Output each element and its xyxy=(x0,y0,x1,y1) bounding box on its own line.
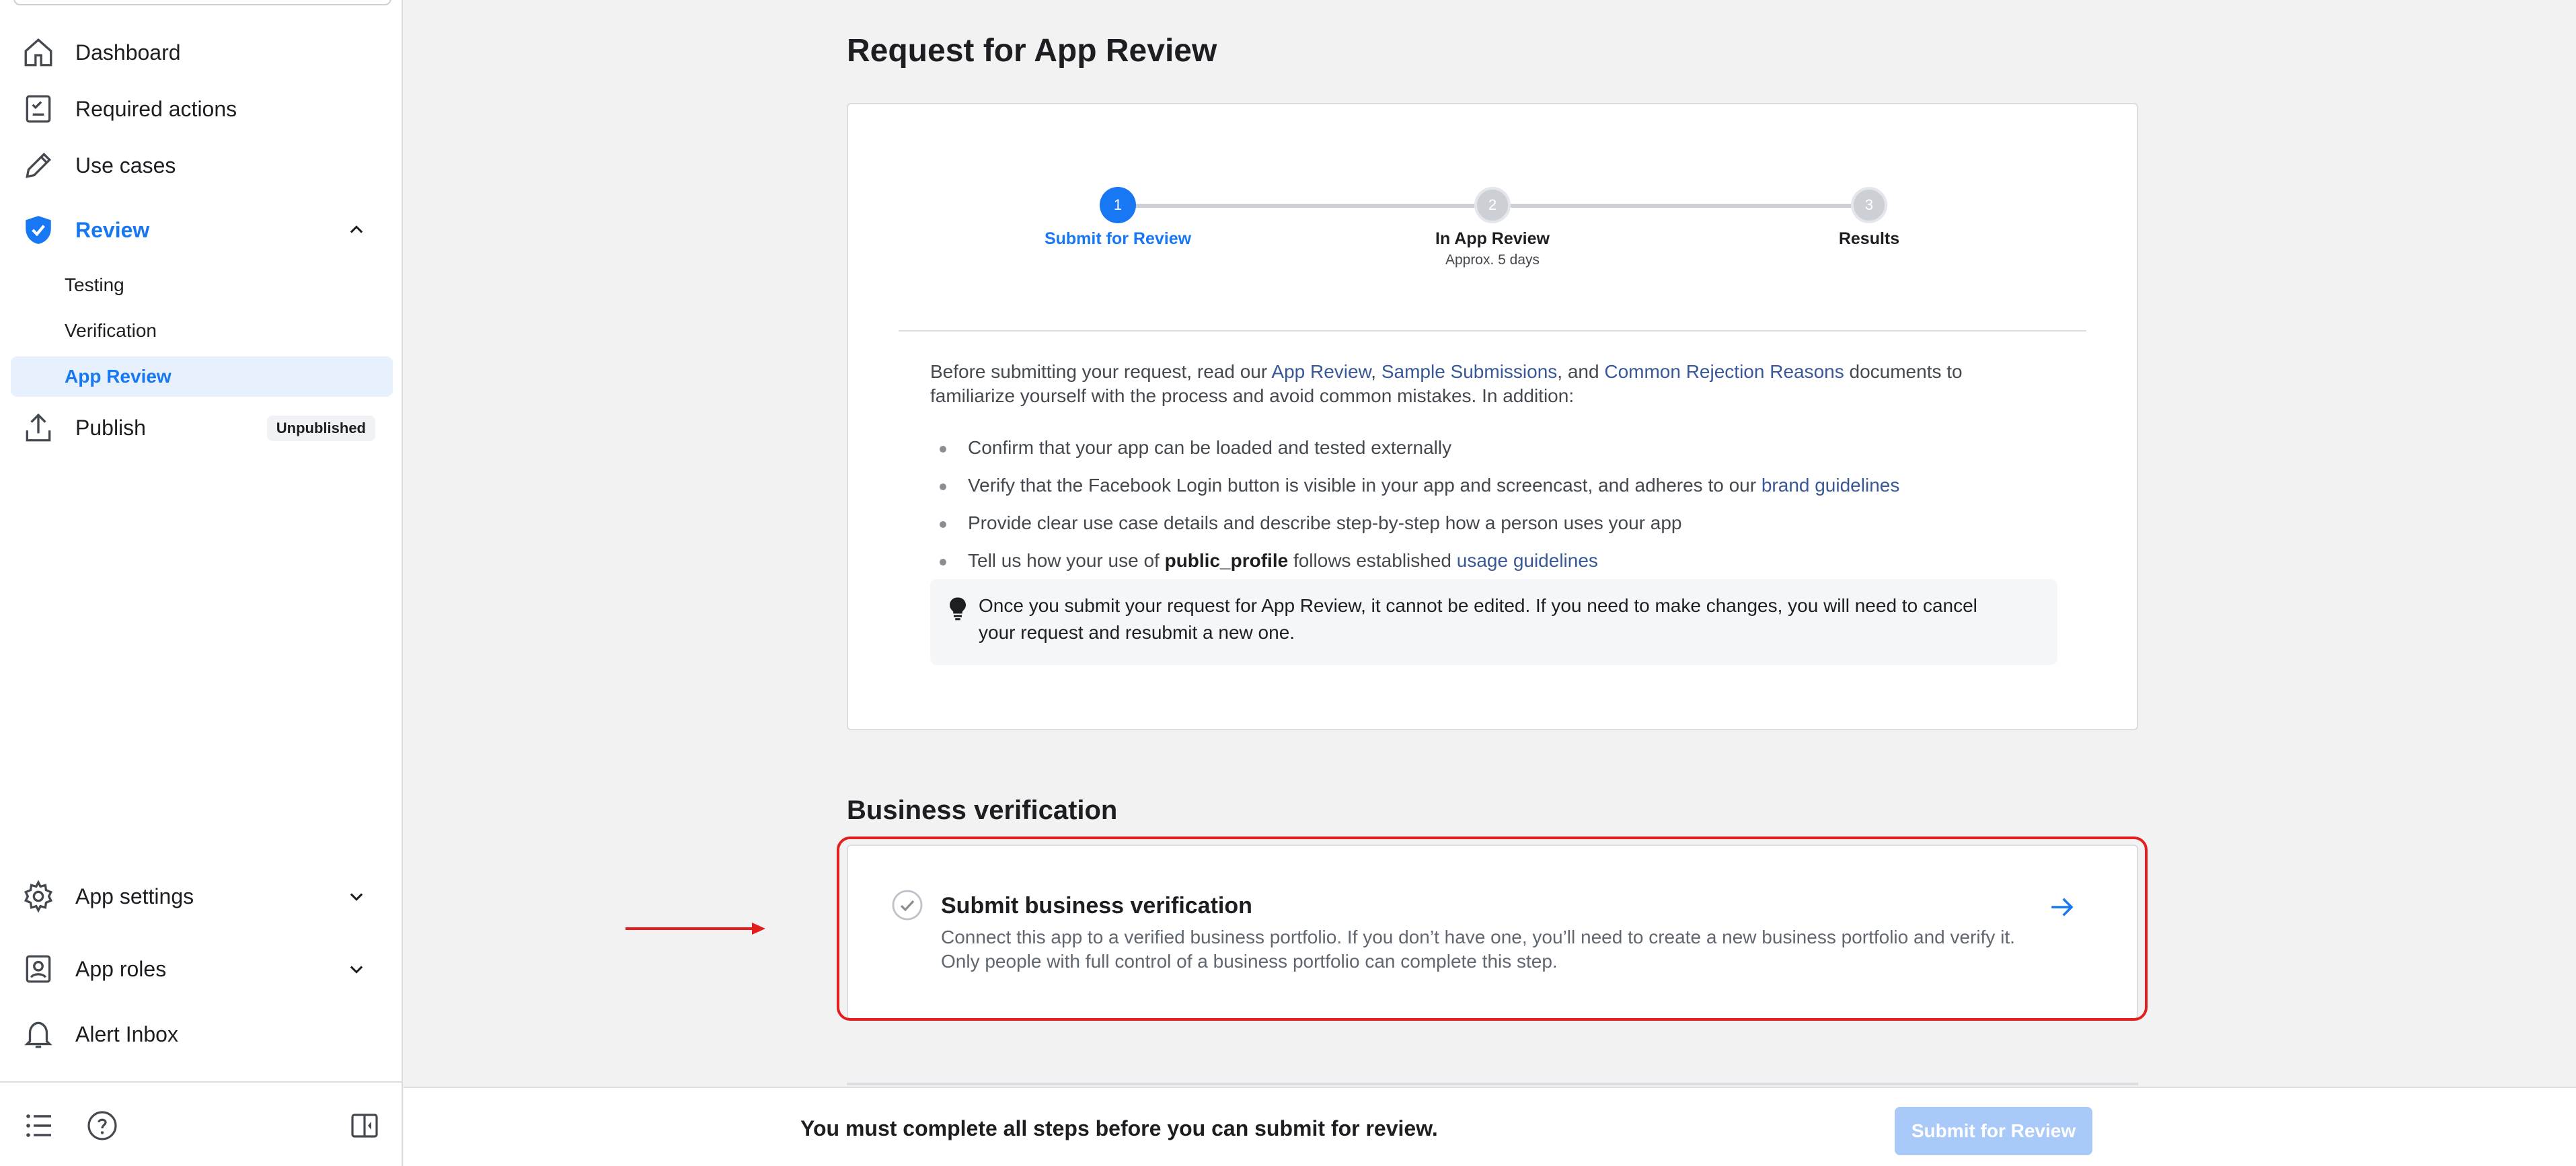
sidebar-item-required-actions[interactable]: Required actions xyxy=(11,85,393,133)
sidebar-search-box[interactable] xyxy=(13,0,391,5)
sidebar-item-review[interactable]: Review xyxy=(11,206,393,254)
app-review-link[interactable]: App Review xyxy=(1271,361,1371,382)
step-3-marker: 3 xyxy=(1851,187,1887,223)
notice-text: Once you submit your request for App Rev… xyxy=(979,595,1977,643)
checklist-icon xyxy=(22,92,55,126)
footer-message: You must complete all steps before you c… xyxy=(800,1116,1438,1140)
permission-name: public_profile xyxy=(1164,550,1289,571)
person-badge-icon xyxy=(22,952,55,986)
step-2-marker: 2 xyxy=(1474,187,1511,223)
sidebar-item-label: Required actions xyxy=(75,96,237,121)
annotation-arrow-icon xyxy=(626,923,765,935)
step-1-marker: 1 xyxy=(1100,187,1136,223)
step-connector xyxy=(1118,204,1492,208)
step-3-label: Results xyxy=(1838,229,1900,248)
gear-icon xyxy=(22,880,55,913)
list-icon[interactable] xyxy=(23,1110,55,1142)
sidebar-item-dashboard[interactable]: Dashboard xyxy=(11,28,393,77)
step-2-label: In App Review xyxy=(1435,229,1550,248)
common-rejection-reasons-link[interactable]: Common Rejection Reasons xyxy=(1604,361,1844,382)
list-item: Confirm that your app can be loaded and … xyxy=(930,429,2040,467)
next-card-edge xyxy=(847,1083,2138,1085)
step-1-label: Submit for Review xyxy=(1044,229,1192,248)
list-item: Tell us how your use of public_profile f… xyxy=(930,542,2040,580)
intro-text-part: , xyxy=(1371,361,1381,382)
chevron-up-icon[interactable] xyxy=(347,221,366,239)
highlight-outline xyxy=(837,837,2148,1021)
sidebar-item-label: App settings xyxy=(75,884,194,908)
sidebar-item-label: Review xyxy=(75,217,150,242)
sidebar-subitem-app-review[interactable]: App Review xyxy=(11,356,393,397)
intro-text-part: , and xyxy=(1557,361,1605,382)
usage-guidelines-link[interactable]: usage guidelines xyxy=(1457,550,1598,571)
shield-check-icon xyxy=(22,213,55,247)
brand-guidelines-link[interactable]: brand guidelines xyxy=(1761,475,1900,496)
sidebar-subitem-verification[interactable]: Verification xyxy=(11,311,393,351)
sidebar-item-app-settings[interactable]: App settings xyxy=(11,872,393,921)
bottom-action-bar: You must complete all steps before you c… xyxy=(404,1087,2576,1166)
sidebar-item-label: App roles xyxy=(75,956,167,981)
sidebar-subitem-label: Verification xyxy=(65,320,157,341)
step-connector xyxy=(1492,204,1869,208)
sidebar-item-alert-inbox[interactable]: Alert Inbox xyxy=(11,1010,393,1058)
submit-for-review-button[interactable]: Submit for Review xyxy=(1895,1107,2092,1155)
sidebar-subitem-testing[interactable]: Testing xyxy=(11,265,393,305)
pencil-icon xyxy=(22,149,55,182)
chevron-down-icon[interactable] xyxy=(347,887,366,906)
lightbulb-icon xyxy=(950,597,966,621)
sidebar-item-label: Use cases xyxy=(75,153,176,178)
requirements-list: Confirm that your app can be loaded and … xyxy=(930,429,2040,580)
list-item-text: Tell us how your use of xyxy=(968,550,1165,571)
list-item-text: Verify that the Facebook Login button is… xyxy=(968,475,1761,496)
list-item-text: Confirm that your app can be loaded and … xyxy=(968,437,1452,458)
intro-text: Before submitting your request, read our… xyxy=(930,360,2026,408)
intro-text-part: Before submitting your request, read our xyxy=(930,361,1272,382)
section-title: Business verification xyxy=(847,795,1118,825)
list-item: Provide clear use case details and descr… xyxy=(930,504,2040,542)
collapse-sidebar-icon[interactable] xyxy=(348,1110,381,1142)
list-item-text: Provide clear use case details and descr… xyxy=(968,512,1682,533)
sidebar-footer xyxy=(0,1081,402,1166)
status-badge: Unpublished xyxy=(266,416,375,441)
chevron-down-icon[interactable] xyxy=(347,960,366,978)
divider xyxy=(899,330,2086,332)
list-item-text: follows established xyxy=(1288,550,1457,571)
app-review-card: 1 2 3 Submit for Review In App Review Ap… xyxy=(847,103,2138,730)
sidebar-item-publish[interactable]: Publish Unpublished xyxy=(11,403,393,452)
list-item: Verify that the Facebook Login button is… xyxy=(930,467,2040,504)
sidebar-item-app-roles[interactable]: App roles xyxy=(11,945,393,993)
sidebar-item-label: Publish xyxy=(75,415,146,440)
progress-stepper: 1 2 3 Submit for Review In App Review Ap… xyxy=(848,104,2137,319)
sidebar: Dashboard Required actions Use cases Rev… xyxy=(0,0,403,1166)
sidebar-subitem-label: App Review xyxy=(65,366,172,387)
page-title: Request for App Review xyxy=(847,33,1217,69)
step-2-sublabel: Approx. 5 days xyxy=(1445,252,1540,268)
sidebar-item-label: Dashboard xyxy=(75,40,181,65)
sidebar-item-use-cases[interactable]: Use cases xyxy=(11,141,393,190)
upload-icon xyxy=(22,411,55,444)
home-icon xyxy=(22,36,55,69)
help-icon[interactable] xyxy=(86,1110,118,1142)
sidebar-subitem-label: Testing xyxy=(65,274,124,295)
info-notice: Once you submit your request for App Rev… xyxy=(930,579,2057,665)
sample-submissions-link[interactable]: Sample Submissions xyxy=(1381,361,1557,382)
sidebar-item-label: Alert Inbox xyxy=(75,1021,178,1046)
bell-icon xyxy=(22,1017,55,1051)
